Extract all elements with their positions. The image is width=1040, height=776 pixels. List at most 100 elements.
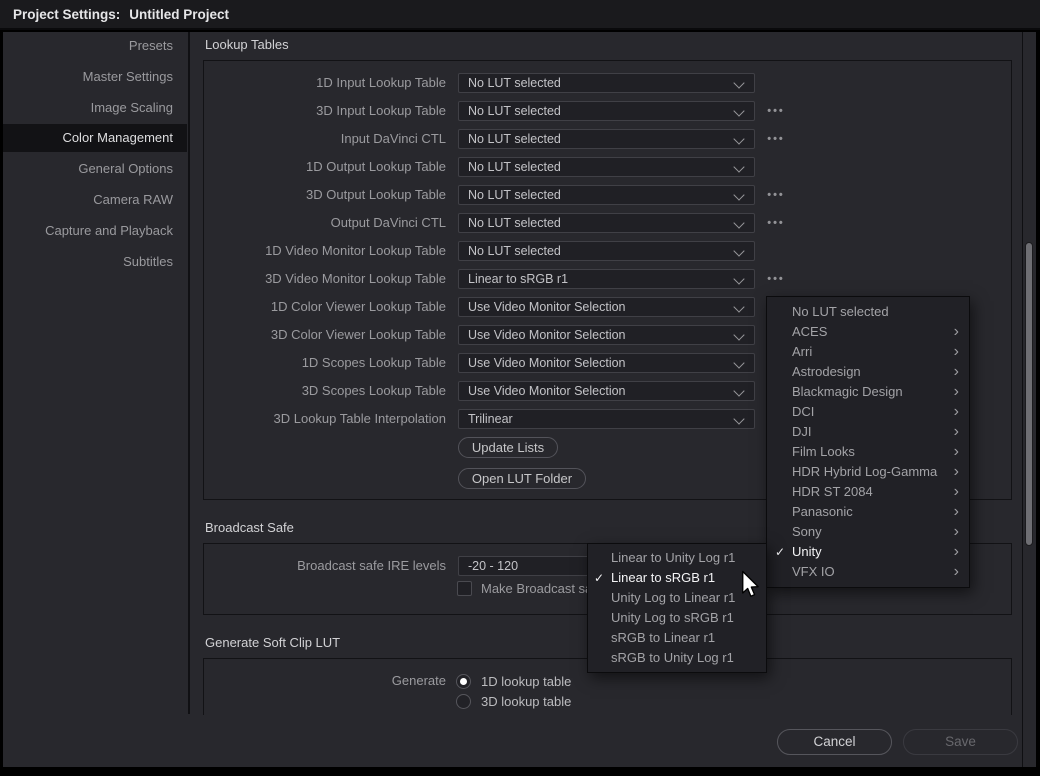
sidebar-item-presets[interactable]: Presets — [3, 32, 187, 60]
menu-item-aces[interactable]: ✓ ACES › — [767, 322, 969, 342]
row-label: Output DaVinci CTL — [200, 213, 446, 233]
dialog-title: Project Settings: — [13, 7, 120, 22]
sidebar-item-master-settings[interactable]: Master Settings — [3, 63, 187, 91]
sidebar-item-general-options[interactable]: General Options — [3, 155, 187, 183]
save-button[interactable]: Save — [903, 729, 1018, 755]
select-value: -20 - 120 — [468, 559, 518, 573]
radio-3d-lookup-table[interactable] — [456, 694, 471, 709]
row-label: 1D Input Lookup Table — [200, 73, 446, 93]
more-options-button[interactable]: ••• — [763, 101, 789, 121]
chevron-down-icon — [733, 329, 744, 340]
select-value: No LUT selected — [468, 104, 561, 118]
submenu-arrow-icon: › — [954, 442, 959, 461]
menu-item-no-lut-selected[interactable]: ✓ No LUT selected › — [767, 302, 969, 322]
ellipsis-icon: ••• — [767, 133, 785, 145]
submenu-arrow-icon: › — [954, 402, 959, 421]
select-value: No LUT selected — [468, 188, 561, 202]
chevron-down-icon — [733, 385, 744, 396]
check-icon: ✓ — [594, 568, 611, 588]
menu-item-hdr-hybrid-log-gamma[interactable]: ✓ HDR Hybrid Log-Gamma › — [767, 462, 969, 482]
submenu-arrow-icon: › — [954, 362, 959, 381]
more-options-button[interactable]: ••• — [763, 129, 789, 149]
chevron-down-icon — [733, 217, 744, 228]
open-lut-folder-button[interactable]: Open LUT Folder — [458, 468, 586, 489]
submenu-arrow-icon: › — [954, 322, 959, 341]
submenu-arrow-icon: › — [954, 542, 959, 561]
update-lists-button[interactable]: Update Lists — [458, 437, 558, 458]
section-title-broadcast-safe: Broadcast Safe — [205, 520, 294, 535]
select-value: Linear to sRGB r1 — [468, 272, 568, 286]
ellipsis-icon: ••• — [767, 105, 785, 117]
select-3d-lut-interpolation[interactable]: Trilinear — [458, 409, 755, 429]
cancel-button[interactable]: Cancel — [777, 729, 892, 755]
row-label: 3D Color Viewer Lookup Table — [200, 325, 446, 345]
scrollbar-thumb[interactable] — [1025, 242, 1033, 546]
radio-label-1d: 1D lookup table — [481, 674, 571, 689]
chevron-down-icon — [733, 77, 744, 88]
row-label: 1D Output Lookup Table — [200, 157, 446, 177]
submenu-arrow-icon: › — [954, 462, 959, 481]
menu-item-panasonic[interactable]: ✓ Panasonic › — [767, 502, 969, 522]
chevron-down-icon — [733, 413, 744, 424]
menu-item-blackmagic-design[interactable]: ✓ Blackmagic Design › — [767, 382, 969, 402]
menu-item-dji[interactable]: ✓ DJI › — [767, 422, 969, 442]
select-3d-input-lut[interactable]: No LUT selected — [458, 101, 755, 121]
submenu-item-linear-to-srgb-r1[interactable]: ✓ Linear to sRGB r1 — [588, 568, 766, 588]
row-label: Input DaVinci CTL — [200, 129, 446, 149]
menu-item-arri[interactable]: ✓ Arri › — [767, 342, 969, 362]
lut-category-menu: ✓ No LUT selected › ✓ ACES › ✓ Arri › ✓ … — [766, 296, 970, 588]
more-options-button[interactable]: ••• — [763, 269, 789, 289]
submenu-item-srgb-to-linear-r1[interactable]: ✓ sRGB to Linear r1 — [588, 628, 766, 648]
submenu-arrow-icon: › — [954, 382, 959, 401]
select-value: No LUT selected — [468, 244, 561, 258]
menu-item-hdr-st-2084[interactable]: ✓ HDR ST 2084 › — [767, 482, 969, 502]
menu-item-unity[interactable]: ✓ Unity › — [767, 542, 969, 562]
make-broadcast-safe-label: Make Broadcast safe — [481, 581, 603, 596]
row-label: 3D Scopes Lookup Table — [200, 381, 446, 401]
row-label: 1D Color Viewer Lookup Table — [200, 297, 446, 317]
submenu-arrow-icon: › — [954, 482, 959, 501]
menu-item-film-looks[interactable]: ✓ Film Looks › — [767, 442, 969, 462]
select-output-davinci-ctl[interactable]: No LUT selected — [458, 213, 755, 233]
submenu-item-unity-log-to-linear-r1[interactable]: ✓ Unity Log to Linear r1 — [588, 588, 766, 608]
radio-label-3d: 3D lookup table — [481, 694, 571, 709]
select-3d-video-monitor-lut[interactable]: Linear to sRGB r1 — [458, 269, 755, 289]
more-options-button[interactable]: ••• — [763, 213, 789, 233]
sidebar-item-color-management[interactable]: Color Management — [3, 124, 187, 152]
select-value: Use Video Monitor Selection — [468, 356, 626, 370]
chevron-down-icon — [733, 133, 744, 144]
submenu-item-linear-to-unity-log-r1[interactable]: ✓ Linear to Unity Log r1 — [588, 548, 766, 568]
sidebar-item-image-scaling[interactable]: Image Scaling — [3, 94, 187, 122]
select-value: No LUT selected — [468, 216, 561, 230]
ellipsis-icon: ••• — [767, 273, 785, 285]
select-1d-video-monitor-lut[interactable]: No LUT selected — [458, 241, 755, 261]
select-1d-color-viewer-lut[interactable]: Use Video Monitor Selection — [458, 297, 755, 317]
sidebar-item-capture-and-playback[interactable]: Capture and Playback — [3, 217, 187, 245]
menu-item-dci[interactable]: ✓ DCI › — [767, 402, 969, 422]
select-1d-scopes-lut[interactable]: Use Video Monitor Selection — [458, 353, 755, 373]
menu-item-sony[interactable]: ✓ Sony › — [767, 522, 969, 542]
make-broadcast-safe-checkbox[interactable] — [457, 581, 472, 596]
sidebar-item-camera-raw[interactable]: Camera RAW — [3, 186, 187, 214]
select-value: Use Video Monitor Selection — [468, 328, 626, 342]
select-value: Trilinear — [468, 412, 513, 426]
submenu-item-unity-log-to-srgb-r1[interactable]: ✓ Unity Log to sRGB r1 — [588, 608, 766, 628]
select-value: No LUT selected — [468, 76, 561, 90]
sidebar-item-subtitles[interactable]: Subtitles — [3, 248, 187, 276]
select-input-davinci-ctl[interactable]: No LUT selected — [458, 129, 755, 149]
select-3d-color-viewer-lut[interactable]: Use Video Monitor Selection — [458, 325, 755, 345]
select-value: No LUT selected — [468, 160, 561, 174]
row-label: Generate — [200, 671, 446, 691]
menu-item-astrodesign[interactable]: ✓ Astrodesign › — [767, 362, 969, 382]
submenu-item-srgb-to-unity-log-r1[interactable]: ✓ sRGB to Unity Log r1 — [588, 648, 766, 668]
select-1d-output-lut[interactable]: No LUT selected — [458, 157, 755, 177]
more-options-button[interactable]: ••• — [763, 185, 789, 205]
row-label: 3D Input Lookup Table — [200, 101, 446, 121]
project-settings-dialog: Project Settings: Untitled Project Prese… — [0, 0, 1040, 776]
radio-1d-lookup-table[interactable] — [456, 674, 471, 689]
select-1d-input-lut[interactable]: No LUT selected — [458, 73, 755, 93]
menu-item-vfx-io[interactable]: ✓ VFX IO › — [767, 562, 969, 582]
select-3d-output-lut[interactable]: No LUT selected — [458, 185, 755, 205]
chevron-down-icon — [733, 245, 744, 256]
select-3d-scopes-lut[interactable]: Use Video Monitor Selection — [458, 381, 755, 401]
